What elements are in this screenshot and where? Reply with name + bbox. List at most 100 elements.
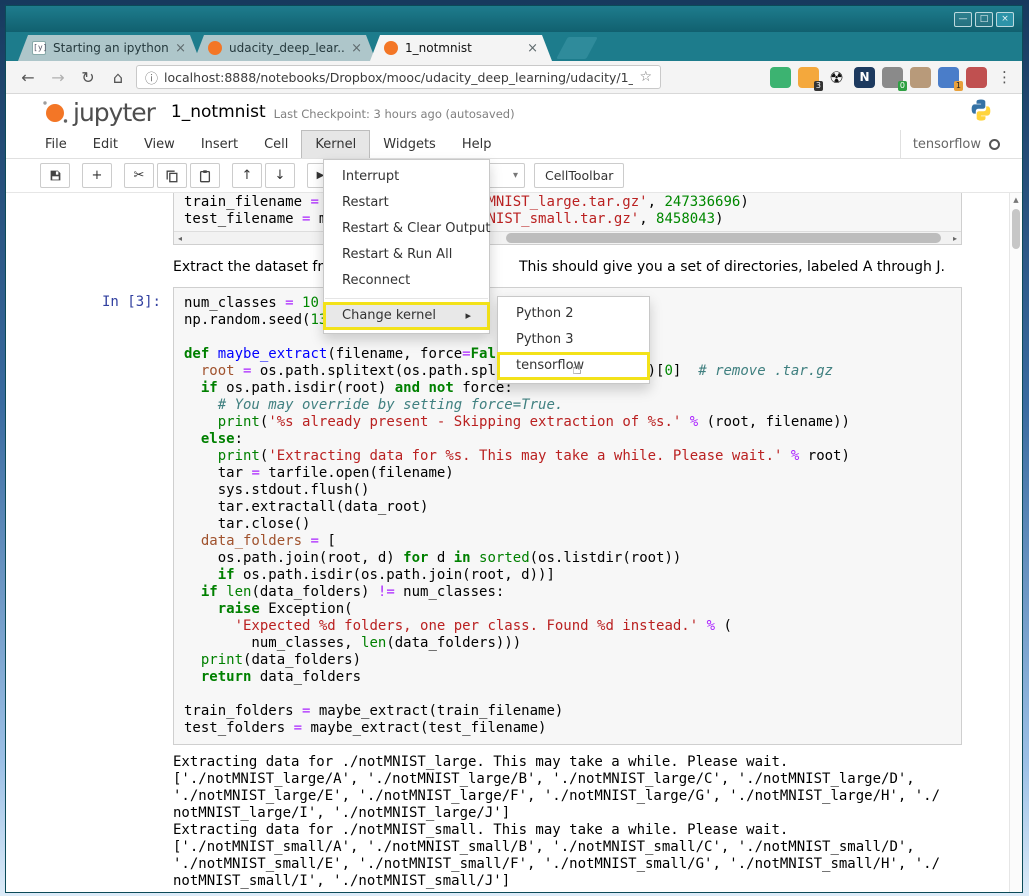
save-icon <box>49 169 62 182</box>
extension-badge: 3 <box>814 81 823 91</box>
markdown-text-left: Extract the dataset from <box>173 259 345 275</box>
notebook-title[interactable]: 1_notmnist <box>171 102 266 122</box>
window-controls: — □ × <box>954 12 1014 27</box>
code-editor[interactable]: train_filename = maybe_download('notMNIS… <box>174 193 961 231</box>
move-cell-up-button[interactable]: ↑ <box>232 163 262 188</box>
cell-toolbar-button[interactable]: CellToolbar <box>534 163 624 188</box>
output-text: Extracting data for ./notMNIST_large. Th… <box>173 754 1009 890</box>
paste-icon <box>198 169 212 183</box>
add-cell-button[interactable]: + <box>82 163 112 188</box>
tab-title: udacity_deep_lear... <box>229 41 344 55</box>
extension-icon-8[interactable] <box>966 67 987 88</box>
copy-icon <box>165 169 179 183</box>
maximize-button[interactable]: □ <box>975 12 993 27</box>
new-tab-button[interactable] <box>556 37 598 59</box>
address-bar[interactable]: ⓘ localhost:8888/notebooks/Dropbox/mooc/… <box>136 65 661 89</box>
menu-insert[interactable]: Insert <box>188 130 251 158</box>
vscrollbar-thumb[interactable] <box>1012 209 1020 249</box>
menu-item-restart-clear-output[interactable]: Restart & Clear Output <box>324 216 489 242</box>
menu-divider <box>325 298 488 299</box>
save-button[interactable] <box>40 163 70 188</box>
radiation-extension-icon[interactable]: ☢ <box>826 67 847 88</box>
menu-item-interrupt[interactable]: Interrupt <box>324 164 489 190</box>
extension-icon-5[interactable]: 0 <box>882 67 903 88</box>
bookmark-star-icon[interactable]: ☆ <box>639 69 652 85</box>
forward-button[interactable]: → <box>46 68 70 87</box>
scroll-right-icon[interactable]: ▸ <box>949 234 961 243</box>
menu-bar: File Edit View Insert Cell Kernel Widget… <box>6 130 1022 159</box>
hscrollbar-track[interactable] <box>186 232 949 244</box>
jupyter-logo[interactable]: jupyter <box>40 98 155 127</box>
jupyter-logo-icon <box>40 98 70 126</box>
page-info-icon[interactable]: ⓘ <box>145 68 158 87</box>
menu-item-label: Change kernel <box>342 308 436 323</box>
browser-toolbar: ← → ↻ ⌂ ⓘ localhost:8888/notebooks/Dropb… <box>6 61 1022 94</box>
vertical-scrollbar[interactable]: ▲ <box>1009 193 1022 892</box>
tab-title: 1_notmnist <box>405 41 520 55</box>
select-caret-icon: ▾ <box>513 170 518 181</box>
menu-cell[interactable]: Cell <box>251 130 301 158</box>
menu-file[interactable]: File <box>32 130 80 158</box>
extension-badge: 0 <box>898 81 907 91</box>
menu-edit[interactable]: Edit <box>80 130 131 158</box>
extension-badge: 1 <box>954 81 963 91</box>
menu-kernel[interactable]: Kernel <box>301 130 370 158</box>
checkpoint-status: Last Checkpoint: 3 hours ago (autosaved) <box>274 103 515 121</box>
submenu-caret-icon: ▸ <box>465 307 471 325</box>
tab-udacity-deep-learning[interactable]: udacity_deep_lear... × <box>194 35 376 61</box>
kernel-status-icon <box>989 139 1000 150</box>
copy-cell-button[interactable] <box>157 163 187 188</box>
menu-item-reconnect[interactable]: Reconnect <box>324 268 489 294</box>
jupyter-favicon-icon <box>208 41 222 55</box>
markdown-cell[interactable]: Extract the dataset from This should giv… <box>173 259 1009 275</box>
hscrollbar-thumb[interactable] <box>506 233 941 243</box>
scroll-up-icon[interactable]: ▲ <box>1010 193 1022 204</box>
horizontal-scrollbar[interactable]: ◂ ▸ <box>174 231 961 244</box>
submenu-item-python2[interactable]: Python 2 <box>498 301 649 327</box>
jupyter-logo-text: jupyter <box>73 98 155 127</box>
paste-cell-button[interactable] <box>190 163 220 188</box>
window-titlebar[interactable]: — □ × <box>6 6 1022 32</box>
move-cell-down-button[interactable]: ↓ <box>265 163 295 188</box>
tab-1-notmnist[interactable]: 1_notmnist × <box>370 35 552 61</box>
url-text: localhost:8888/notebooks/Dropbox/mooc/ud… <box>164 70 633 85</box>
menu-item-restart-run-all[interactable]: Restart & Run All <box>324 242 489 268</box>
menu-item-restart[interactable]: Restart <box>324 190 489 216</box>
jupyter-header: jupyter 1_notmnist Last Checkpoint: 3 ho… <box>6 94 1022 130</box>
reload-button[interactable]: ↻ <box>76 68 100 87</box>
extensions-row: 3 ☢ N 0 1 ⋮ <box>770 67 1012 88</box>
ipython-favicon-icon: [y] <box>32 41 46 55</box>
extension-icon-6[interactable] <box>910 67 931 88</box>
menu-item-change-kernel[interactable]: ▸ Change kernel <box>324 303 489 329</box>
extension-icon-4[interactable]: N <box>854 67 875 88</box>
kernel-name: tensorflow <box>913 137 981 152</box>
extension-icon-1[interactable] <box>770 67 791 88</box>
menu-widgets[interactable]: Widgets <box>370 130 449 158</box>
python-logo-icon <box>968 97 994 127</box>
tab-starting-ipython[interactable]: [y] Starting an ipython × <box>18 35 200 61</box>
jupyter-favicon-icon <box>384 41 398 55</box>
submenu-item-python3[interactable]: Python 3 <box>498 327 649 353</box>
notebook-toolbar: + ✂ ↑ ↓ ▶ ■ ▾ CellToolbar <box>6 159 1022 193</box>
menu-view[interactable]: View <box>131 130 188 158</box>
tab-close-icon[interactable]: × <box>351 41 362 56</box>
tab-strip: [y] Starting an ipython × udacity_deep_l… <box>6 32 1022 61</box>
extension-icon-2[interactable]: 3 <box>798 67 819 88</box>
cut-cell-button[interactable]: ✂ <box>124 163 154 188</box>
home-button[interactable]: ⌂ <box>106 68 130 87</box>
menu-help[interactable]: Help <box>449 130 505 158</box>
tab-close-icon[interactable]: × <box>175 41 186 56</box>
minimize-button[interactable]: — <box>954 12 972 27</box>
tab-title: Starting an ipython <box>53 41 168 55</box>
browser-menu-icon[interactable]: ⋮ <box>997 68 1012 86</box>
markdown-text-right: This should give you a set of directorie… <box>519 259 945 275</box>
kernel-submenu: Python 2 Python 3 tensorflow ☝ <box>497 296 650 384</box>
cell-prompt: In [3]: <box>6 287 173 745</box>
mouse-cursor-icon: ☝ <box>572 359 582 378</box>
extension-icon-7[interactable]: 1 <box>938 67 959 88</box>
tab-close-icon[interactable]: × <box>527 41 538 56</box>
code-cell-partial[interactable]: train_filename = maybe_download('notMNIS… <box>173 193 962 245</box>
back-button[interactable]: ← <box>16 68 40 87</box>
scroll-left-icon[interactable]: ◂ <box>174 234 186 243</box>
close-button[interactable]: × <box>996 12 1014 27</box>
